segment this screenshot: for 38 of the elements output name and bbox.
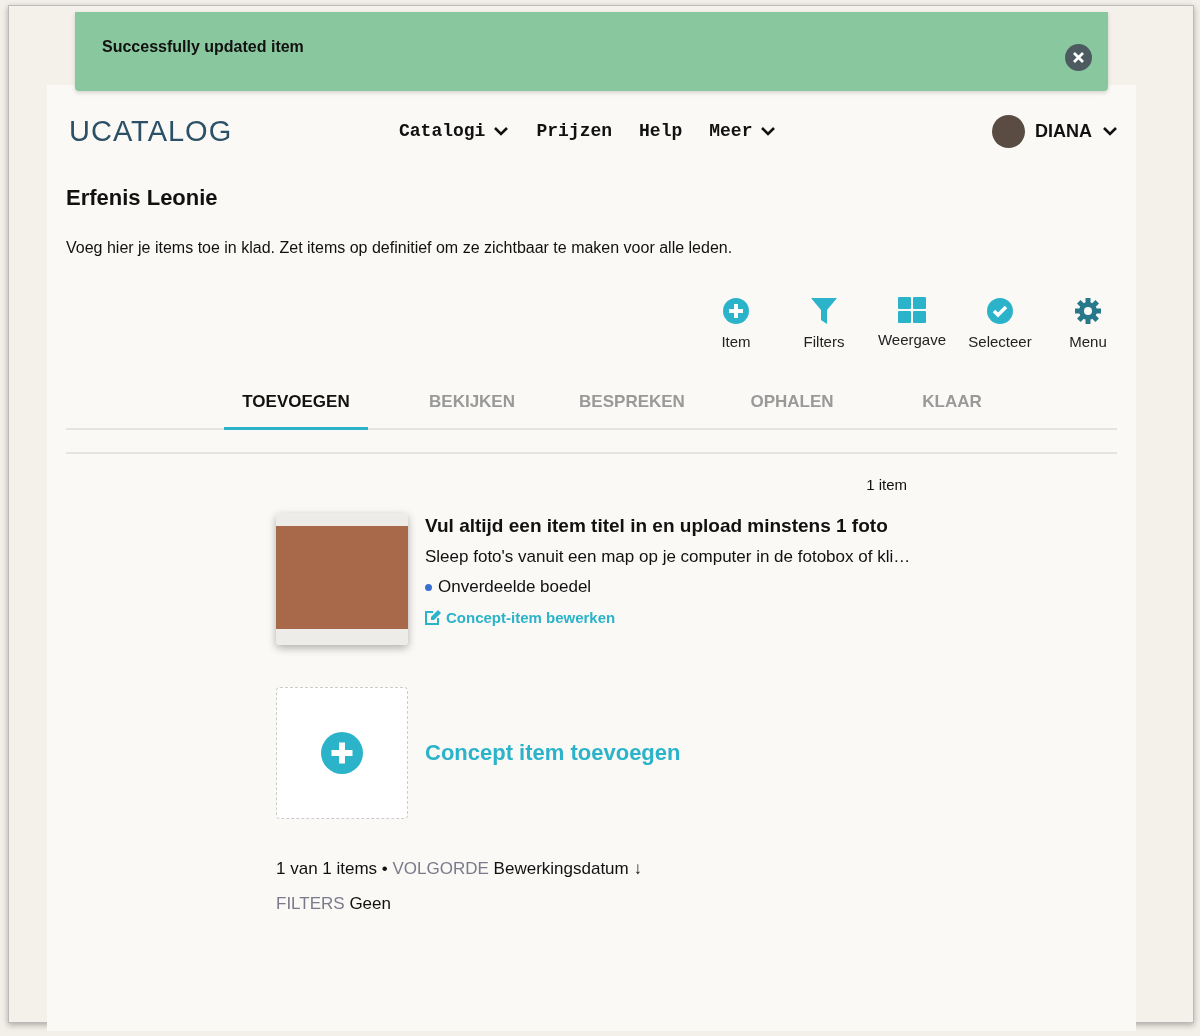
settings-icon — [1074, 297, 1102, 325]
filters-label: FILTERS — [276, 894, 345, 913]
filter-icon — [810, 297, 838, 325]
plus-circle-icon — [722, 297, 750, 325]
item-status: Onverdeelde boedel — [438, 577, 592, 597]
close-icon — [1073, 52, 1084, 63]
nav-link[interactable]: Meer — [709, 121, 777, 141]
item-count: 1 item — [865, 476, 907, 493]
toolbar-button[interactable]: Selecteer — [956, 297, 1044, 350]
edit-icon — [425, 610, 441, 625]
sort-selector[interactable]: Bewerkingsdatum ↓ — [493, 859, 642, 878]
nav-link[interactable]: Help — [639, 121, 683, 141]
nav-link[interactable]: Prijzen — [536, 121, 613, 141]
avatar-icon — [992, 114, 1025, 148]
order-label: VOLGORDE — [392, 859, 489, 878]
grid-icon — [898, 297, 926, 323]
toolbar-button[interactable]: Menu — [1044, 297, 1132, 350]
chevron-down-icon — [493, 126, 510, 136]
toolbar-button[interactable]: Weergave — [868, 297, 956, 350]
item-summary: 1 van 1 items • — [276, 859, 388, 878]
item-description: Sleep foto's vanuit een map op je computer in de fotobox of kli… — [425, 547, 911, 567]
toolbar-button[interactable]: Item — [692, 297, 780, 350]
intro-text: Voeg hier je items toe in klad. Zet items op definitief om ze zichtbaar te maken voor alle leden. — [66, 239, 734, 257]
toast-message: Successfully updated item — [102, 38, 304, 56]
check-circle-icon — [986, 297, 1014, 325]
add-item-tile[interactable] — [276, 687, 408, 819]
plus-circle-icon — [321, 732, 363, 774]
user-menu[interactable]: DIANA — [992, 114, 1118, 148]
chevron-down-icon — [1102, 126, 1118, 136]
tab[interactable]: TOEVOEGEN — [224, 378, 368, 430]
filters-value: Geen — [349, 894, 391, 913]
close-button[interactable] — [1065, 44, 1092, 71]
toolbar-button[interactable]: Filters — [780, 297, 868, 350]
item-title[interactable]: Vul altijd een item titel in en upload minstens 1 foto — [425, 515, 911, 537]
chevron-down-icon — [760, 126, 777, 136]
logo[interactable]: UCATALOG — [69, 114, 399, 148]
page-title: Erfenis Leonie — [66, 185, 219, 211]
nav-link[interactable]: Catalogi — [399, 121, 510, 141]
